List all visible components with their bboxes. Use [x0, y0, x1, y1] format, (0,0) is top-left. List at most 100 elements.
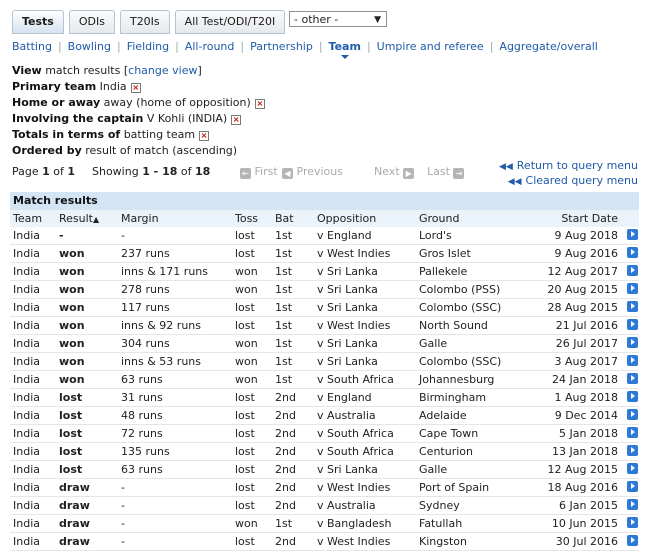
details-cell	[624, 496, 639, 515]
result-cell: lost	[56, 424, 118, 443]
ground-cell[interactable]: Port of Spain	[416, 478, 532, 497]
bat-cell: 2nd	[272, 388, 314, 407]
ground-cell[interactable]: Galle	[416, 334, 532, 353]
column-header-margin[interactable]: Margin	[118, 210, 232, 227]
result-cell: won	[56, 262, 118, 281]
ground-cell[interactable]: Colombo (SSC)	[416, 352, 532, 371]
showing-range: 1 - 18	[142, 165, 178, 178]
tab-odis[interactable]: ODIs	[68, 10, 115, 34]
go-arrow-icon[interactable]	[627, 391, 638, 402]
column-header-ground[interactable]: Ground	[416, 210, 532, 227]
ground-cell[interactable]: Centurion	[416, 442, 532, 461]
tab-tests[interactable]: Tests	[12, 10, 64, 34]
ground-cell[interactable]: Galle	[416, 460, 532, 479]
nav-bowling[interactable]: Bowling	[68, 40, 111, 53]
ground-cell[interactable]: Lord's	[416, 227, 532, 245]
go-arrow-icon[interactable]	[627, 427, 638, 438]
tab-t20is[interactable]: T20Is	[119, 10, 170, 34]
go-arrow-icon[interactable]	[627, 301, 638, 312]
go-arrow-icon[interactable]	[627, 265, 638, 276]
column-header-team[interactable]: Team	[10, 210, 56, 227]
ground-cell[interactable]: North Sound	[416, 316, 532, 335]
nav-umpire-referee[interactable]: Umpire and referee	[377, 40, 484, 53]
nav-separator: |	[366, 40, 371, 53]
first-page-button[interactable]: ⇤ First	[240, 165, 278, 179]
ground-cell[interactable]: Fatullah	[416, 514, 532, 533]
go-arrow-icon[interactable]	[627, 355, 638, 366]
ground-cell[interactable]: Johannesburg	[416, 370, 532, 389]
details-cell	[624, 532, 639, 551]
nav-all-round[interactable]: All-round	[185, 40, 235, 53]
column-header-result[interactable]: Result▲	[56, 210, 118, 227]
column-header-opposition[interactable]: Opposition	[314, 210, 416, 227]
go-arrow-icon[interactable]	[627, 229, 638, 240]
toss-cell: lost	[232, 388, 272, 407]
nav-fielding[interactable]: Fielding	[127, 40, 169, 53]
column-header-bat[interactable]: Bat	[272, 210, 314, 227]
format-select-value: - other -	[294, 13, 339, 26]
tab-all-formats[interactable]: All Test/ODI/T20I	[174, 10, 286, 34]
nav-team[interactable]: Team	[329, 40, 361, 59]
nav-partnership[interactable]: Partnership	[250, 40, 313, 53]
toss-cell: won	[232, 514, 272, 533]
go-arrow-icon[interactable]	[627, 445, 638, 456]
remove-filter-icon[interactable]: ×	[130, 83, 141, 93]
last-page-button[interactable]: Last ⇥	[427, 165, 465, 179]
ground-cell[interactable]: Birmingham	[416, 388, 532, 407]
ground-cell[interactable]: Adelaide	[416, 406, 532, 425]
go-arrow-icon[interactable]	[627, 409, 638, 420]
ground-cell[interactable]: Sydney	[416, 496, 532, 515]
bat-cell: 1st	[272, 352, 314, 371]
bat-cell: 2nd	[272, 478, 314, 497]
ground-cell[interactable]: Kingston	[416, 532, 532, 551]
nav-separator: |	[117, 40, 121, 53]
ground-cell[interactable]: Colombo (PSS)	[416, 280, 532, 299]
go-arrow-icon[interactable]	[627, 481, 638, 492]
ground-cell[interactable]: Pallekele	[416, 262, 532, 281]
cleared-query-link[interactable]: Cleared query menu	[526, 174, 638, 187]
nav-batting[interactable]: Batting	[12, 40, 52, 53]
team-cell: India	[10, 532, 56, 551]
return-to-query-link[interactable]: Return to query menu	[517, 159, 638, 172]
previous-label: Previous	[296, 165, 344, 178]
go-arrow-icon[interactable]	[627, 517, 638, 528]
go-arrow-icon[interactable]	[627, 535, 638, 546]
go-arrow-icon[interactable]	[627, 499, 638, 510]
team-cell: India	[10, 352, 56, 371]
previous-page-button[interactable]: ◀ Previous	[282, 165, 343, 179]
go-arrow-icon[interactable]	[627, 337, 638, 348]
toss-cell: lost	[232, 532, 272, 551]
table-row: India lost 72 runs lost 2nd v South Africa Cap…	[10, 424, 639, 443]
query-view-row: View match results [change view]	[12, 64, 202, 77]
go-arrow-icon[interactable]	[627, 283, 638, 294]
bat-cell: 2nd	[272, 496, 314, 515]
next-page-button[interactable]: Next ▶	[374, 165, 415, 179]
format-select[interactable]: - other - ▼	[289, 11, 387, 27]
go-arrow-icon[interactable]	[627, 319, 638, 330]
toss-cell: lost	[232, 424, 272, 443]
go-arrow-icon[interactable]	[627, 373, 638, 384]
change-view-link[interactable]: change view	[128, 64, 197, 77]
table-row: India lost 63 runs lost 2nd v Sri Lanka Galle 1…	[10, 460, 639, 479]
opposition-cell: v Sri Lanka	[314, 262, 416, 281]
remove-filter-icon[interactable]: ×	[199, 131, 210, 141]
table-row: India draw - lost 2nd v West Indies Port of Sp…	[10, 478, 639, 497]
bat-cell: 2nd	[272, 442, 314, 461]
ground-cell[interactable]: Gros Islet	[416, 244, 532, 263]
team-cell: India	[10, 388, 56, 407]
start-date-cell: 24 Jan 2018	[532, 370, 624, 389]
ground-cell[interactable]: Colombo (SSC)	[416, 298, 532, 317]
go-arrow-icon[interactable]	[627, 247, 638, 258]
remove-filter-icon[interactable]: ×	[231, 115, 242, 125]
table-row: India won inns & 92 runs lost 1st v West Indi…	[10, 316, 639, 335]
query-value: batting team	[123, 128, 196, 141]
column-header-toss[interactable]: Toss	[232, 210, 272, 227]
details-cell	[624, 280, 639, 299]
ground-cell[interactable]: Cape Town	[416, 424, 532, 443]
team-cell: India	[10, 370, 56, 389]
go-arrow-icon[interactable]	[627, 463, 638, 474]
column-header-start-date[interactable]: Start Date	[532, 210, 624, 227]
remove-filter-icon[interactable]: ×	[254, 99, 265, 109]
nav-aggregate-overall[interactable]: Aggregate/overall	[499, 40, 597, 53]
result-cell: draw	[56, 496, 118, 515]
